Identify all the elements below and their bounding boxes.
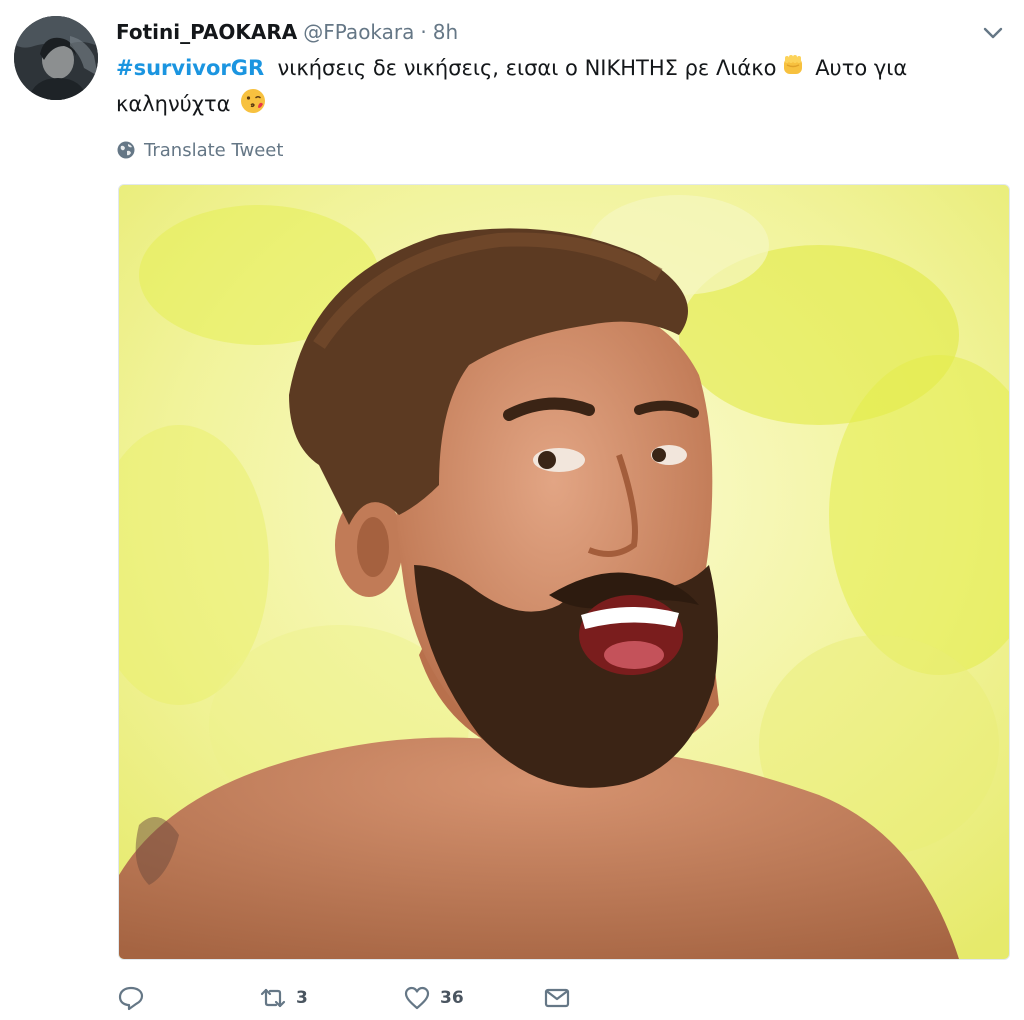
globe-icon (117, 141, 135, 159)
hashtag-link[interactable]: #survivorGR (116, 56, 264, 80)
like-count: 36 (440, 988, 464, 1008)
tweet-text-part-1: νικήσεις δε νικήσεις, εισαι ο ΝΙΚΗΤΗΣ ρε… (277, 56, 777, 80)
translate-tweet-link[interactable]: Translate Tweet (116, 136, 283, 164)
heart-icon (404, 986, 430, 1010)
envelope-icon (544, 988, 570, 1008)
direct-message-button[interactable] (542, 978, 572, 1018)
retweet-count: 3 (296, 988, 308, 1008)
display-name[interactable]: Fotini_PAOKARA (116, 16, 297, 48)
tweet-text-part-2: Αυτο για (815, 56, 908, 80)
translate-label: Translate Tweet (144, 139, 284, 161)
tweet-media-image[interactable] (118, 184, 1010, 960)
kissing-face-emoji-icon (239, 87, 267, 115)
reply-icon (118, 986, 144, 1011)
tweet-text: #survivorGR νικήσεις δε νικήσεις, εισαι … (116, 50, 996, 122)
reply-button[interactable] (116, 978, 154, 1018)
retweet-icon (260, 988, 286, 1008)
tweet: Fotini_PAOKARA @FPaokara · 8h #survivorG… (0, 0, 1024, 1020)
avatar[interactable] (14, 16, 98, 100)
tweet-text-part-3: καληνύχτα (116, 92, 231, 116)
fist-emoji-icon (779, 51, 807, 79)
timestamp[interactable]: 8h (433, 16, 458, 48)
tweet-actions: 3 36 (116, 978, 996, 1020)
tweet-header: Fotini_PAOKARA @FPaokara · 8h (116, 16, 458, 48)
separator-dot: · (420, 20, 427, 44)
user-handle[interactable]: @FPaokara (303, 16, 414, 48)
like-button[interactable]: 36 (402, 978, 464, 1018)
chevron-down-icon[interactable] (980, 22, 1006, 44)
retweet-button[interactable]: 3 (258, 978, 308, 1018)
